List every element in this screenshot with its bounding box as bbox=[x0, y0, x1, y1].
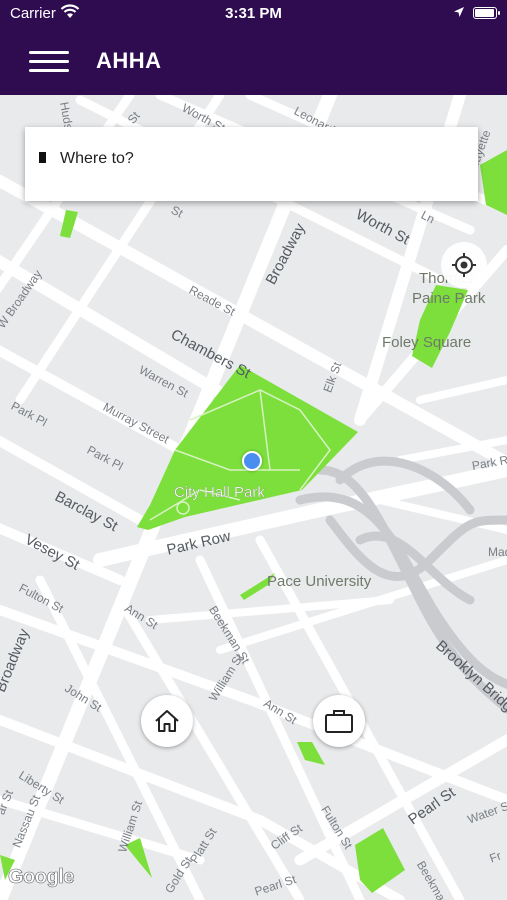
place-label: Pace University bbox=[267, 573, 372, 590]
battery-icon bbox=[473, 7, 500, 19]
hamburger-icon bbox=[29, 69, 69, 72]
location-arrow-icon bbox=[454, 7, 464, 17]
recenter-button[interactable] bbox=[441, 242, 487, 288]
user-location-marker bbox=[242, 451, 262, 471]
clock: 3:31 PM bbox=[225, 5, 282, 22]
hamburger-icon bbox=[29, 60, 69, 63]
home-icon bbox=[155, 710, 179, 732]
briefcase-icon bbox=[325, 710, 353, 733]
map-view[interactable]: Hudson Worth St Leonard St Lafayette St … bbox=[0, 95, 507, 900]
destination-square-icon bbox=[39, 152, 46, 163]
menu-button[interactable] bbox=[27, 48, 71, 76]
battery-level bbox=[475, 9, 494, 17]
destination-search-box[interactable] bbox=[25, 127, 478, 201]
google-attribution: Google bbox=[8, 866, 75, 889]
status-bar: Carrier 3:31 PM bbox=[0, 0, 507, 28]
crosshair-icon bbox=[452, 253, 476, 277]
work-shortcut-button[interactable] bbox=[313, 695, 365, 747]
app-bar: AHHA bbox=[0, 28, 507, 95]
street-label: Mad bbox=[488, 545, 507, 559]
place-label: Paine Park bbox=[412, 290, 486, 307]
app-title: AHHA bbox=[96, 48, 162, 73]
place-label: City Hall Park bbox=[174, 484, 265, 501]
where-to-input[interactable] bbox=[58, 146, 462, 172]
place-label: Foley Square bbox=[382, 334, 472, 351]
hamburger-icon bbox=[29, 51, 69, 54]
home-shortcut-button[interactable] bbox=[141, 695, 193, 747]
